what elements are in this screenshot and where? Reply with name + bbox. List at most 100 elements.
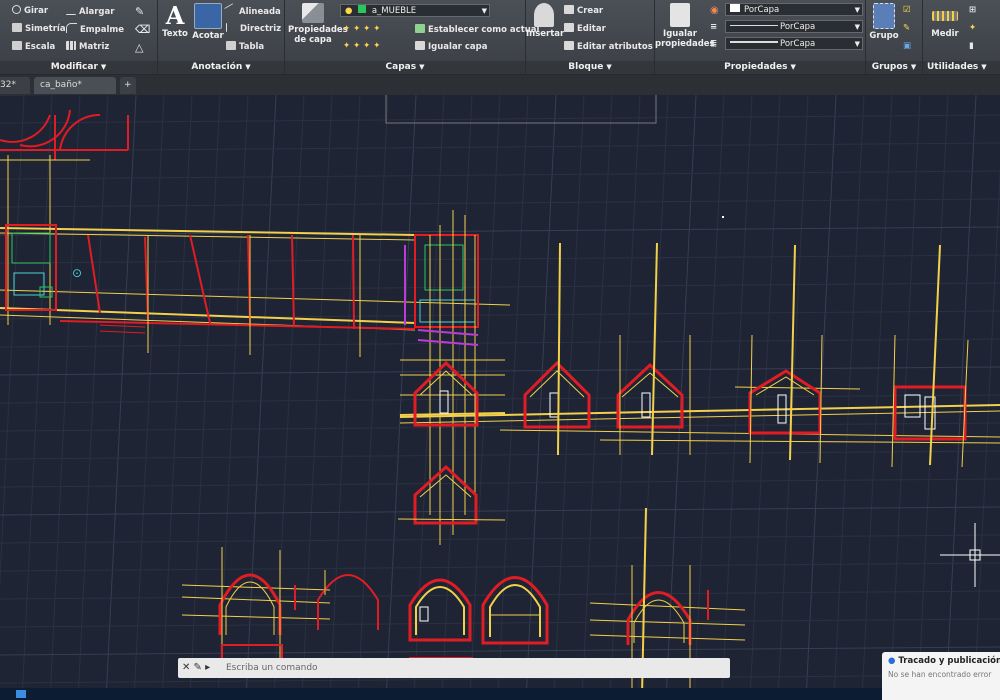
dim-line	[99, 330, 146, 334]
dimension-button[interactable]: Acotar	[192, 3, 224, 41]
layer-properties-icon	[302, 3, 324, 23]
tab-ca-bano[interactable]: ca_baño*	[34, 77, 116, 94]
fillet-button[interactable]: Empalme	[66, 23, 124, 35]
magenta-line	[417, 329, 479, 336]
grid-line	[0, 394, 1000, 404]
edit-block-button[interactable]: Editar	[564, 23, 606, 34]
rotate-button[interactable]: Girar	[12, 5, 48, 16]
match-properties-button[interactable]: Igualar propiedades	[655, 3, 715, 49]
calculator-icon[interactable]: ⊞	[969, 5, 976, 15]
point-icon[interactable]: ✦	[969, 23, 976, 33]
create-block-button[interactable]: Crear	[564, 5, 603, 16]
edit-attributes-icon	[564, 41, 574, 50]
magenta-line	[417, 339, 479, 346]
group-icon	[873, 3, 895, 29]
panel-title-capas[interactable]: Capas ▼	[285, 61, 525, 74]
leader-button[interactable]: Directriz	[226, 23, 281, 34]
tab-drawing-32[interactable]: 32*	[0, 77, 30, 94]
grid-line	[0, 95, 25, 590]
layer-properties-button[interactable]: Propiedades de capa	[288, 3, 348, 45]
grid-line	[0, 338, 1000, 348]
cad-drawing[interactable]: ⊙	[0, 95, 1000, 700]
linetype-dropdown[interactable]: PorCapa ▼	[725, 20, 863, 33]
door	[641, 392, 651, 418]
core-outer	[414, 234, 479, 328]
grid-line	[329, 95, 361, 700]
grid-line	[833, 95, 865, 700]
chevron-down-icon: ▼	[854, 23, 860, 31]
group-select-icon[interactable]: ▣	[903, 41, 911, 51]
panel-propiedades: Igualar propiedades ◉ PorCapa ▼ ≡ PorCapa…	[655, 0, 866, 74]
clipboard-icon[interactable]: ▮	[969, 41, 974, 51]
drawing-canvas[interactable]: ⊙	[0, 95, 1000, 700]
set-current-button[interactable]: Establecer como actual	[415, 24, 539, 35]
panel-title-modificar[interactable]: Modificar ▼	[0, 61, 157, 74]
linetype-sample	[730, 25, 778, 26]
stretch-icon[interactable]: △	[135, 41, 143, 54]
notification-body: No se han encontrado error	[888, 670, 992, 679]
cursor-dot	[722, 216, 724, 218]
array-button[interactable]: Matriz	[66, 41, 109, 52]
canvas-grid	[0, 95, 1000, 700]
corridor-wall	[59, 320, 416, 330]
mirror-button[interactable]: Simetría	[12, 23, 66, 34]
file-tab-bar: 32* ca_baño* +	[0, 75, 1000, 95]
panel-title-propiedades[interactable]: Propiedades ▼	[655, 61, 865, 74]
panel-title-utilidades[interactable]: Utilidades ▼	[923, 61, 1000, 74]
tab-new[interactable]: +	[120, 77, 136, 94]
crosshair-cursor-icon	[940, 523, 1000, 587]
ungroup-icon[interactable]: ☑	[903, 5, 911, 15]
layer-tool-icons-row2[interactable]: ✦ ✦ ✦ ✦	[343, 41, 380, 51]
extend-button[interactable]: Alargar	[66, 5, 114, 17]
erase-icon[interactable]: ⌫	[135, 23, 151, 36]
ground-line	[181, 596, 331, 604]
edit-attributes-button[interactable]: Editar atributos	[564, 41, 653, 52]
grid-line	[0, 450, 1000, 460]
windows-start-icon[interactable]	[16, 690, 26, 698]
table-button[interactable]: Tabla	[226, 41, 264, 52]
group-button[interactable]: Grupo	[868, 3, 900, 41]
panel-title-grupos[interactable]: Grupos ▼	[866, 61, 922, 74]
panel-utilidades: Medir ⊞ ✦ ▮ Utilidades ▼	[923, 0, 1000, 74]
partition	[291, 234, 295, 328]
grid-line	[581, 95, 613, 700]
measure-button[interactable]: Medir	[927, 3, 963, 39]
aligned-dimension-button[interactable]: Alineada	[224, 3, 281, 17]
command-line[interactable]: ✕ ✎ ▸ Escriba un comando	[178, 658, 730, 678]
color-wheel-icon: ◉	[710, 5, 719, 16]
partition	[352, 234, 355, 330]
color-swatch	[730, 4, 740, 12]
insert-block-button[interactable]: Insertar	[526, 3, 564, 39]
match-layer-button[interactable]: Igualar capa	[415, 41, 487, 52]
aligned-icon	[224, 3, 238, 17]
leader-icon	[226, 23, 237, 32]
command-line-icons[interactable]: ✕ ✎ ▸	[182, 658, 210, 678]
panel-title-bloque[interactable]: Bloque ▼	[526, 61, 654, 74]
match-layer-icon	[415, 41, 425, 50]
layer-color-swatch	[358, 5, 367, 13]
layer-tool-icons-row1[interactable]: ✦ ✦ ✦ ✦	[343, 24, 380, 34]
column	[789, 244, 796, 461]
column	[651, 242, 658, 456]
arched-inner	[489, 584, 541, 637]
extend-icon	[66, 5, 76, 15]
scale-button[interactable]: Escala	[12, 41, 55, 52]
modify-extra-icon[interactable]: ✎	[135, 5, 144, 18]
color-dropdown[interactable]: PorCapa ▼	[725, 3, 863, 16]
arched-elevation	[481, 576, 549, 645]
notification-balloon[interactable]: ● Tracado y publicación d No se han encon…	[882, 652, 1000, 700]
layer-dropdown[interactable]: ● a_MUEBLE ▼	[340, 4, 490, 17]
text-icon: A	[165, 1, 185, 30]
lineweight-sample	[730, 41, 778, 43]
ribbon: Girar Alargar Simetría Empalme Escala Ma…	[0, 0, 1000, 75]
grid-line	[49, 95, 81, 700]
lineweight-dropdown[interactable]: PorCapa ▼	[725, 37, 863, 50]
panel-title-anotacion[interactable]: Anotación ▼	[158, 61, 284, 74]
command-input[interactable]: Escriba un comando	[226, 658, 318, 678]
set-current-icon	[415, 24, 425, 33]
grid-line	[0, 142, 1000, 152]
notification-title: ● Tracado y publicación d	[888, 656, 1000, 666]
group-edit-icon[interactable]: ✎	[903, 23, 910, 33]
text-button[interactable]: A Texto	[160, 1, 190, 40]
chevron-down-icon: ▼	[854, 6, 860, 14]
